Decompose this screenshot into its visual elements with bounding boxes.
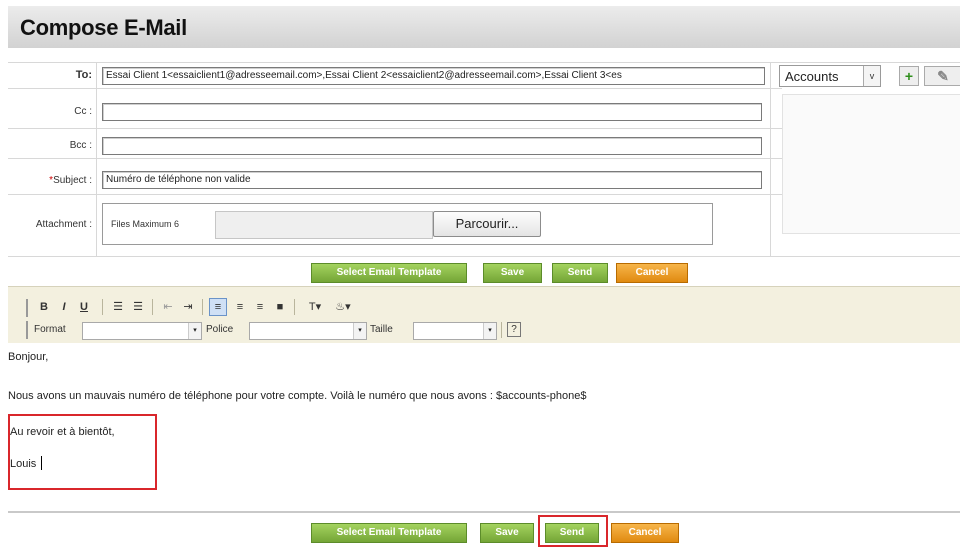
- chevron-down-icon: ▾: [353, 323, 366, 339]
- format-select[interactable]: ▾: [82, 322, 202, 340]
- cc-field[interactable]: [102, 103, 762, 121]
- bulleted-list-icon[interactable]: ☰: [130, 299, 146, 315]
- divider: [8, 88, 782, 89]
- subject-label: *Subject :: [20, 175, 92, 186]
- files-maximum-text: Files Maximum 6: [111, 219, 180, 229]
- page-title: Compose E-Mail: [20, 15, 187, 40]
- format-label: Format: [34, 324, 66, 335]
- italic-icon[interactable]: I: [56, 299, 72, 315]
- send-button[interactable]: Send: [552, 263, 608, 283]
- cancel-button[interactable]: Cancel: [611, 523, 679, 543]
- justify-icon[interactable]: ■: [272, 299, 288, 315]
- chevron-down-icon: ▾: [483, 323, 496, 339]
- send-highlight: [538, 515, 608, 547]
- toolbar-separator: [294, 299, 295, 315]
- attachment-label: Attachment :: [35, 219, 92, 230]
- background-color-icon[interactable]: ♨▾: [330, 299, 356, 315]
- font-select[interactable]: ▾: [249, 322, 367, 340]
- align-right-icon[interactable]: ≡: [252, 299, 268, 315]
- toolbar-separator: [501, 322, 502, 338]
- divider: [8, 511, 960, 513]
- side-panel: [782, 94, 960, 234]
- eraser-icon[interactable]: ✎: [924, 66, 960, 86]
- divider: [8, 158, 782, 159]
- title-bar: Compose E-Mail: [8, 6, 960, 48]
- toolbar-separator: [202, 299, 203, 315]
- attachment-file-input[interactable]: [215, 211, 433, 239]
- select-email-template-button[interactable]: Select Email Template: [311, 523, 467, 543]
- browse-button[interactable]: Parcourir...: [433, 211, 541, 237]
- save-button[interactable]: Save: [480, 523, 534, 543]
- to-label: To:: [75, 69, 92, 81]
- underline-icon[interactable]: U: [76, 299, 92, 315]
- to-field[interactable]: Essai Client 1<essaiclient1@adresseemail…: [102, 67, 765, 85]
- align-center-icon[interactable]: ≡: [232, 299, 248, 315]
- message-editor[interactable]: [8, 342, 960, 512]
- divider: [8, 256, 960, 257]
- help-icon[interactable]: ?: [507, 322, 521, 337]
- toolbar-grip: [26, 299, 28, 317]
- size-select[interactable]: ▾: [413, 322, 497, 340]
- chevron-down-icon: v: [863, 66, 880, 86]
- divider: [8, 62, 960, 63]
- divider: [96, 62, 97, 256]
- cc-label: Cc :: [74, 106, 92, 117]
- taille-label: Taille: [370, 324, 393, 335]
- text-color-icon[interactable]: T▾: [302, 299, 328, 315]
- bcc-field[interactable]: [102, 137, 762, 155]
- subject-field[interactable]: Numéro de téléphone non valide: [102, 171, 762, 189]
- bcc-label: Bcc :: [69, 140, 92, 151]
- accounts-select[interactable]: Accounts v: [779, 65, 881, 87]
- attachment-box: Files Maximum 6 Parcourir...: [102, 203, 713, 245]
- save-button[interactable]: Save: [483, 263, 542, 283]
- bold-icon[interactable]: B: [36, 299, 52, 315]
- toolbar-separator: [102, 299, 103, 315]
- divider: [770, 62, 771, 256]
- chevron-down-icon: ▾: [188, 323, 201, 339]
- toolbar-separator: [152, 299, 153, 315]
- accounts-select-value: Accounts: [785, 69, 839, 84]
- editor-toolbar: B I U ☰ ☰ ⇤ ⇥ ≡ ≡ ≡ ■ T▾ ♨▾ Format ▾ Pol…: [8, 286, 960, 343]
- align-left-icon[interactable]: ≡: [209, 298, 227, 316]
- police-label: Police: [206, 324, 234, 335]
- toolbar-grip: [26, 321, 28, 339]
- indent-icon[interactable]: ⇥: [180, 299, 196, 315]
- plus-icon[interactable]: +: [899, 66, 919, 86]
- outdent-icon[interactable]: ⇤: [160, 299, 176, 315]
- divider: [8, 194, 782, 195]
- select-email-template-button[interactable]: Select Email Template: [311, 263, 467, 283]
- cancel-button[interactable]: Cancel: [616, 263, 688, 283]
- ordered-list-icon[interactable]: ☰: [110, 299, 126, 315]
- divider: [8, 128, 782, 129]
- subject-label-text: Subject :: [53, 175, 92, 186]
